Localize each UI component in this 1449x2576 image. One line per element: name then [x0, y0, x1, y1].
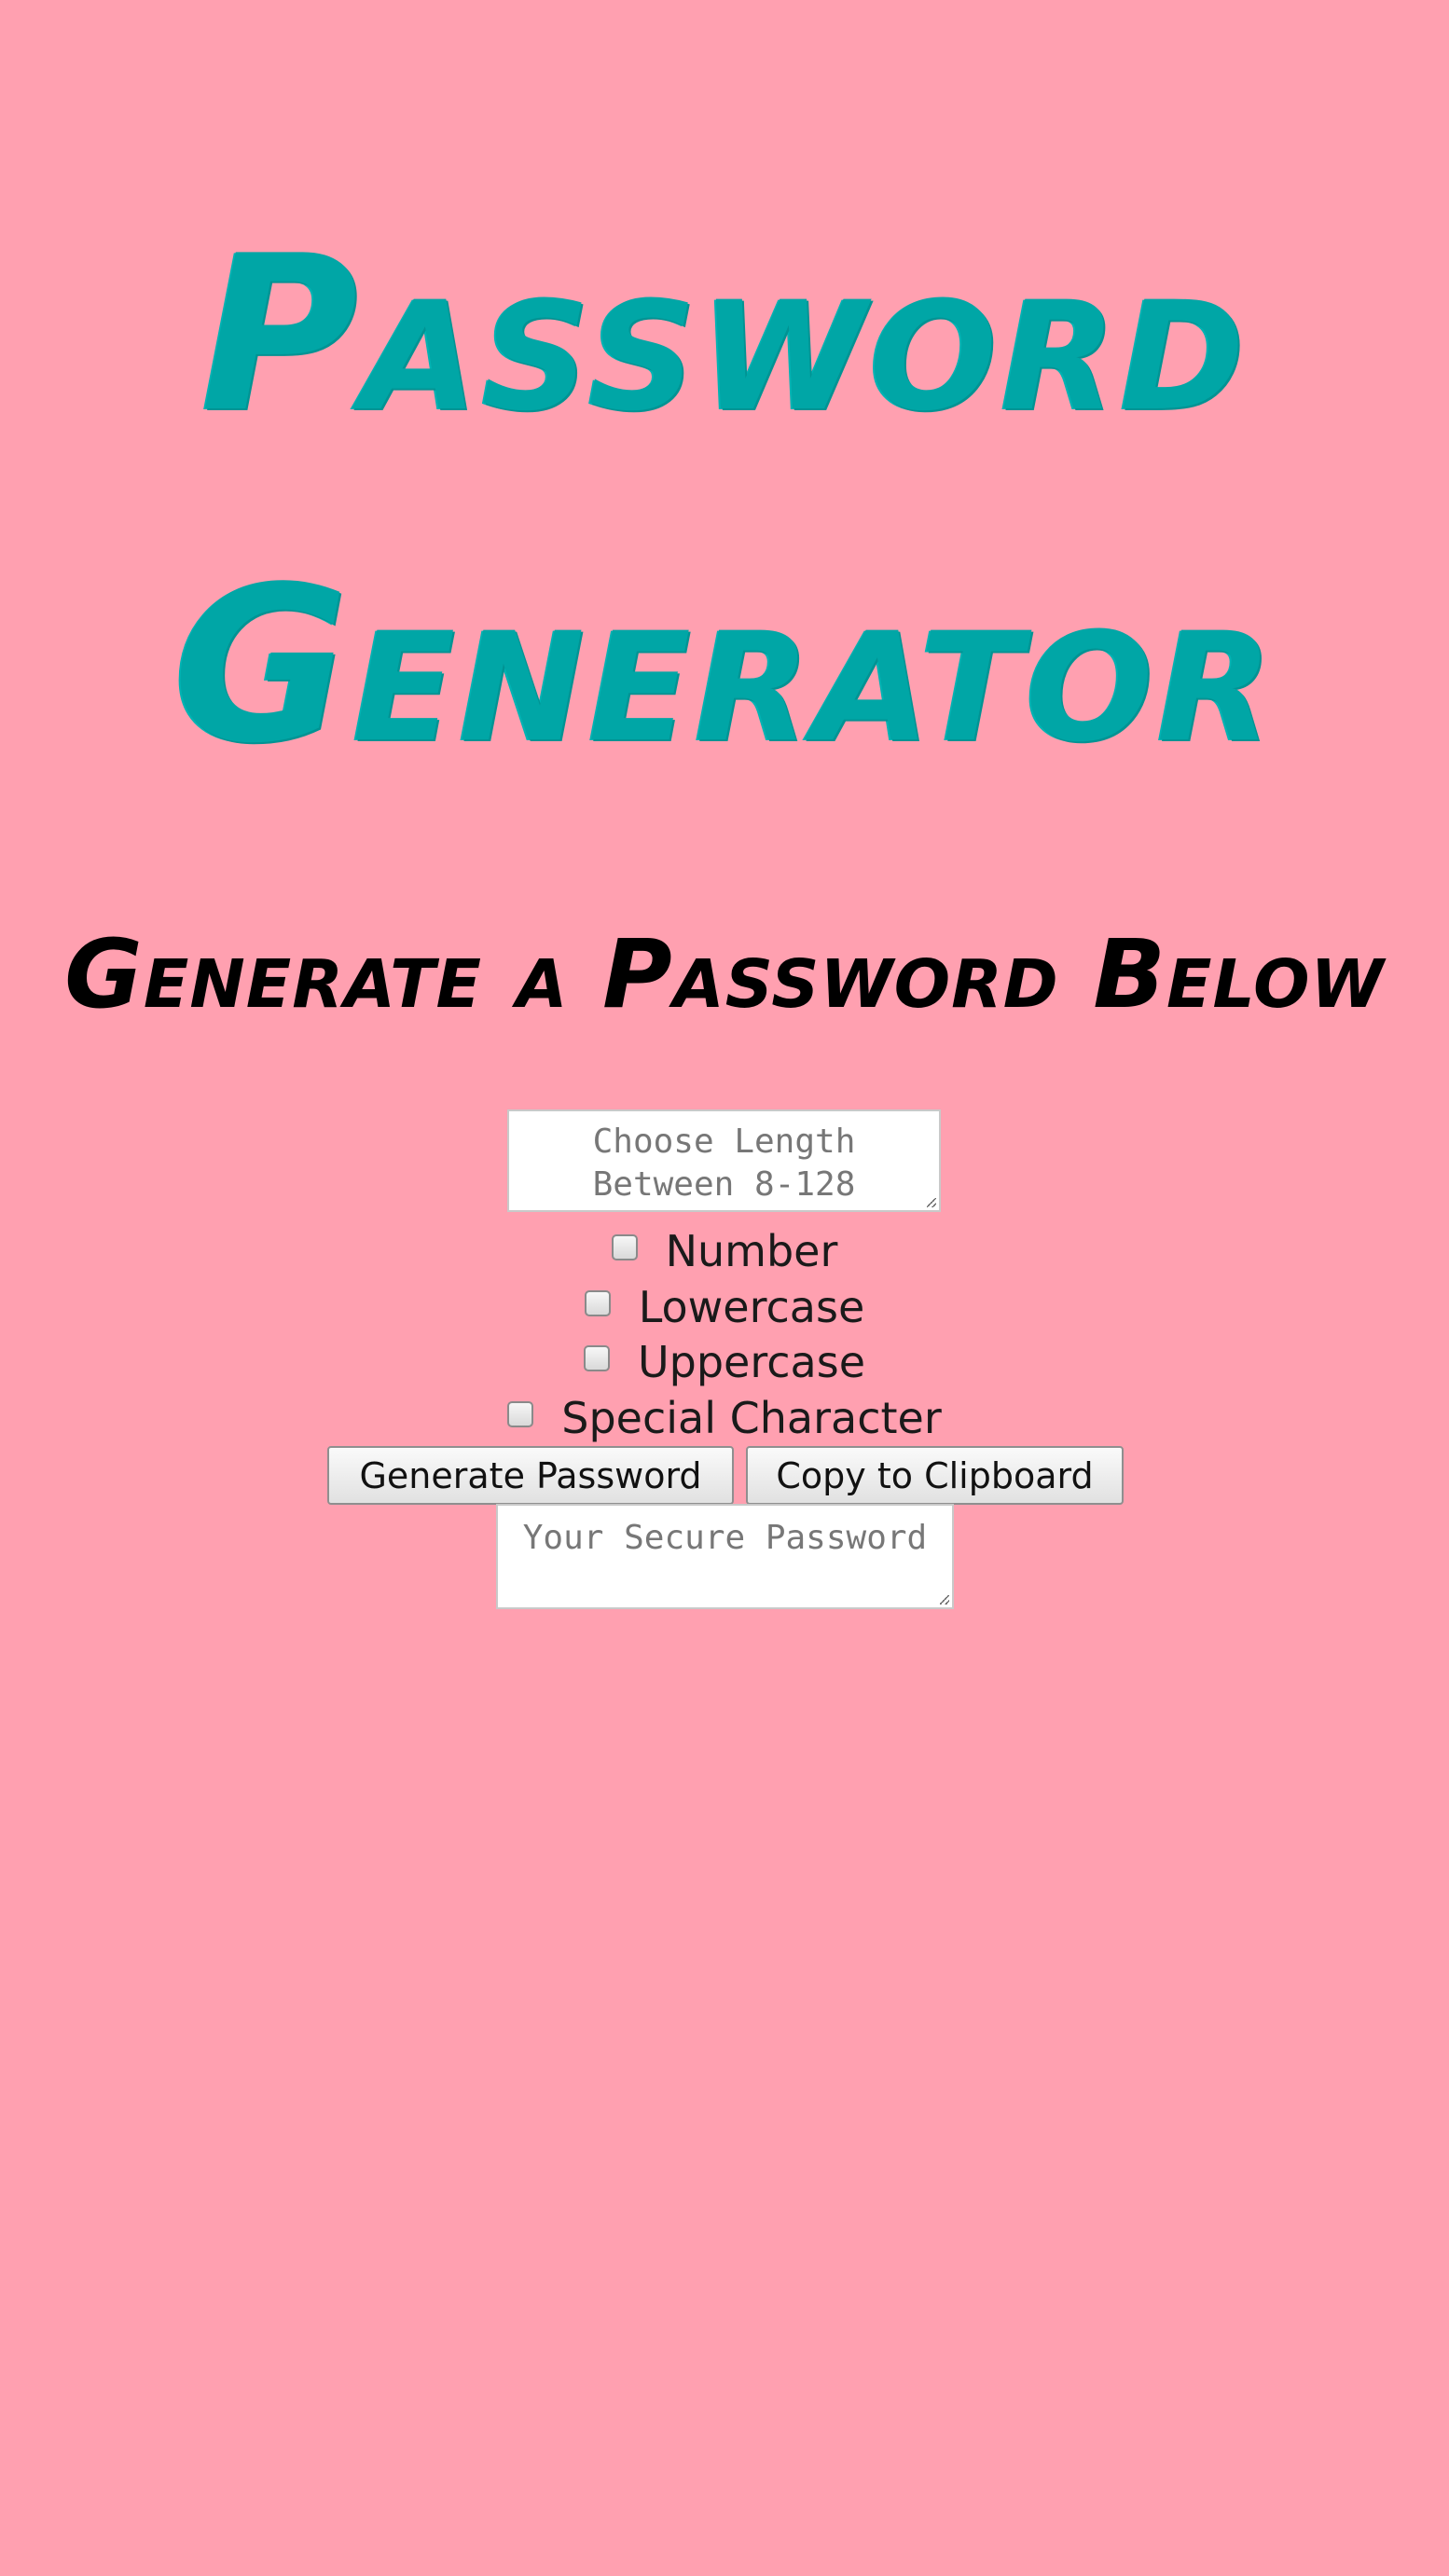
option-number: Number [0, 1223, 1449, 1279]
length-input[interactable]: Choose Length Between 8-128 [507, 1109, 941, 1212]
special-character-label: Special Character [561, 1393, 942, 1443]
password-output[interactable]: Your Secure Password [496, 1504, 954, 1609]
resize-grip-icon[interactable] [940, 1595, 949, 1605]
special-character-checkbox[interactable] [507, 1401, 534, 1427]
password-output-placeholder: Your Secure Password [522, 1519, 928, 1557]
length-input-placeholder: Choose Length Between 8-128 [592, 1123, 856, 1204]
number-checkbox[interactable] [611, 1234, 638, 1260]
page-title-line1: Password [200, 211, 1249, 460]
page-title-line2: Generator [172, 542, 1276, 791]
uppercase-checkbox[interactable] [583, 1345, 610, 1371]
copy-to-clipboard-button[interactable]: Copy to Clipboard [746, 1446, 1124, 1505]
page-subtitle: Generate a Password Below [64, 919, 1385, 1030]
resize-grip-icon[interactable] [927, 1198, 936, 1207]
lowercase-label: Lowercase [638, 1282, 865, 1332]
uppercase-label: Uppercase [637, 1337, 865, 1387]
generate-password-button[interactable]: Generate Password [327, 1446, 734, 1505]
lowercase-checkbox[interactable] [584, 1290, 611, 1316]
option-special-character: Special Character [0, 1390, 1449, 1446]
page: Password Generator Generate a Password B… [0, 0, 1449, 2576]
option-lowercase: Lowercase [0, 1279, 1449, 1335]
option-uppercase: Uppercase [0, 1334, 1449, 1390]
number-label: Number [665, 1226, 838, 1276]
